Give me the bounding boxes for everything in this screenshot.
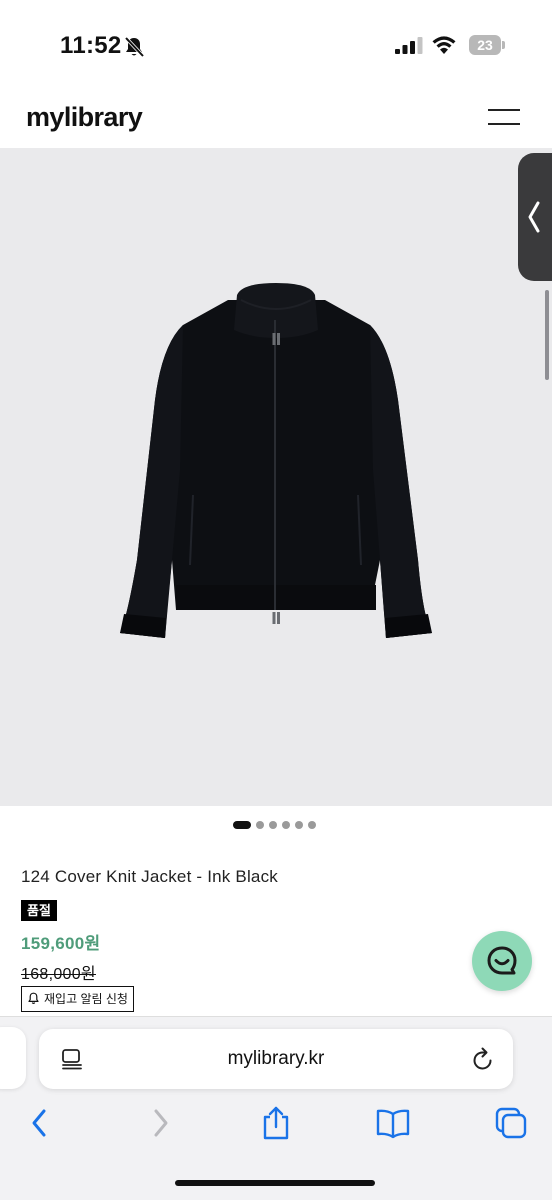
battery-tip	[502, 41, 505, 49]
site-header: mylibrary	[0, 92, 552, 148]
bookmarks-icon[interactable]	[375, 1105, 411, 1141]
chevron-left-icon	[528, 201, 540, 233]
wifi-icon	[432, 36, 456, 54]
address-bar[interactable]: mylibrary.kr	[39, 1029, 513, 1089]
carousel-dot[interactable]	[295, 821, 303, 829]
product-image[interactable]	[0, 148, 552, 806]
reload-icon[interactable]	[471, 1046, 495, 1072]
carousel-dot[interactable]	[269, 821, 277, 829]
browser-bottom-bar: mylibrary.kr	[0, 1016, 552, 1200]
carousel-dot[interactable]	[256, 821, 264, 829]
hamburger-menu-icon[interactable]	[488, 106, 520, 126]
side-panel-handle[interactable]	[518, 153, 552, 281]
url-text[interactable]: mylibrary.kr	[39, 1048, 513, 1070]
carousel-dots	[233, 820, 316, 830]
share-icon[interactable]	[258, 1105, 294, 1141]
chat-icon	[487, 946, 517, 975]
previous-tab-card[interactable]	[0, 1027, 26, 1089]
carousel-dot[interactable]	[308, 821, 316, 829]
battery-icon: 23	[469, 35, 505, 55]
site-logo[interactable]: mylibrary	[26, 102, 143, 133]
signal-icon	[395, 37, 423, 54]
sale-price: 159,600원	[21, 934, 101, 953]
restock-alert-button[interactable]: 재입고 알림 신청	[21, 986, 134, 1012]
status-bar: 11:52 23	[0, 0, 552, 92]
home-indicator	[175, 1180, 375, 1186]
jacket-image	[120, 283, 432, 638]
bell-slash-icon	[124, 36, 145, 58]
scrollbar[interactable]	[545, 290, 549, 380]
battery-level: 23	[469, 35, 501, 55]
carousel-dot[interactable]	[282, 821, 290, 829]
soldout-badge: 품절	[21, 900, 57, 921]
chat-button[interactable]	[472, 931, 532, 991]
status-time: 11:52	[60, 32, 122, 59]
restock-label: 재입고 알림 신청	[44, 992, 128, 1006]
forward-icon[interactable]	[142, 1105, 178, 1141]
bell-icon	[28, 992, 39, 1004]
tabs-icon[interactable]	[493, 1105, 529, 1141]
carousel-dot[interactable]	[233, 821, 251, 829]
browser-toolbar	[0, 1105, 552, 1145]
product-title: 124 Cover Knit Jacket - Ink Black	[21, 867, 278, 886]
original-price: 168,000원	[21, 966, 96, 983]
back-icon[interactable]	[22, 1105, 58, 1141]
